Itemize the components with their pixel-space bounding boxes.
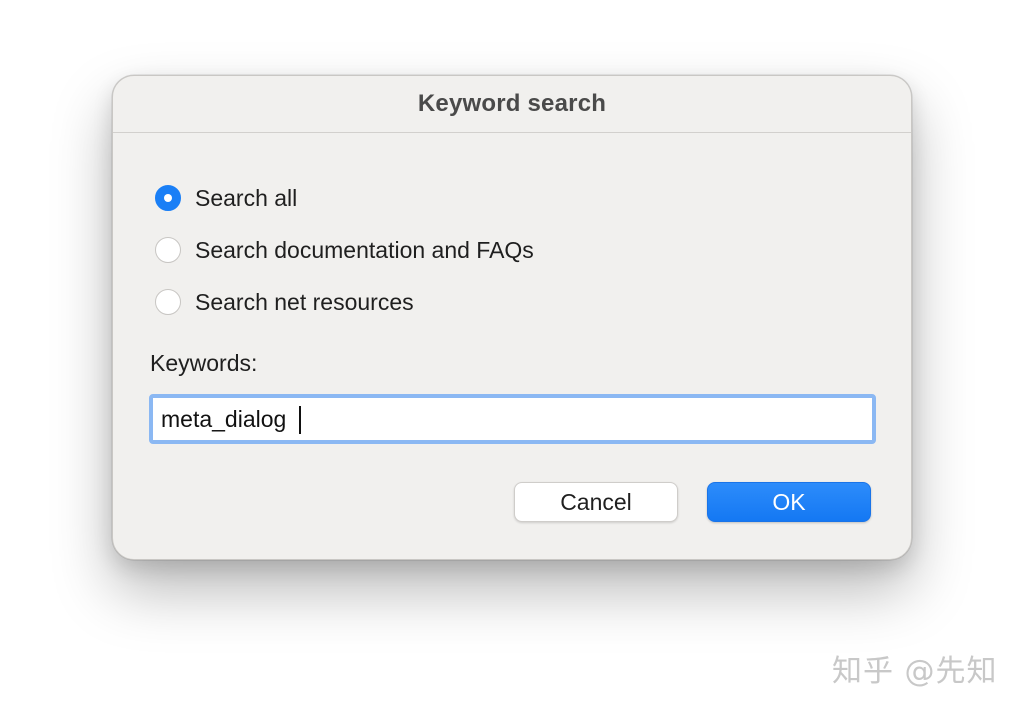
radio-label-search-all[interactable]: Search all bbox=[195, 185, 297, 212]
radio-label-search-net-resources[interactable]: Search net resources bbox=[195, 289, 414, 316]
radio-button-unchecked-icon[interactable] bbox=[155, 237, 181, 263]
radio-button-checked-icon[interactable] bbox=[155, 185, 181, 211]
keywords-input[interactable] bbox=[153, 398, 872, 440]
keyword-search-dialog: Keyword search Search all Search documen… bbox=[112, 75, 912, 560]
radio-button-unchecked-icon[interactable] bbox=[155, 289, 181, 315]
watermark-text: 知乎 @先知 bbox=[832, 654, 998, 689]
radio-search-net-resources[interactable]: Search net resources bbox=[155, 286, 414, 318]
cancel-button[interactable]: Cancel bbox=[514, 482, 678, 522]
dialog-title: Keyword search bbox=[417, 90, 607, 117]
ok-button[interactable]: OK bbox=[707, 482, 871, 522]
text-caret bbox=[299, 406, 301, 434]
radio-search-documentation[interactable]: Search documentation and FAQs bbox=[155, 234, 534, 266]
radio-search-all[interactable]: Search all bbox=[155, 182, 297, 214]
keywords-label: Keywords: bbox=[150, 350, 258, 376]
radio-label-search-documentation[interactable]: Search documentation and FAQs bbox=[195, 237, 534, 264]
dialog-titlebar: Keyword search bbox=[113, 76, 911, 133]
keywords-input-wrapper[interactable] bbox=[149, 394, 876, 444]
